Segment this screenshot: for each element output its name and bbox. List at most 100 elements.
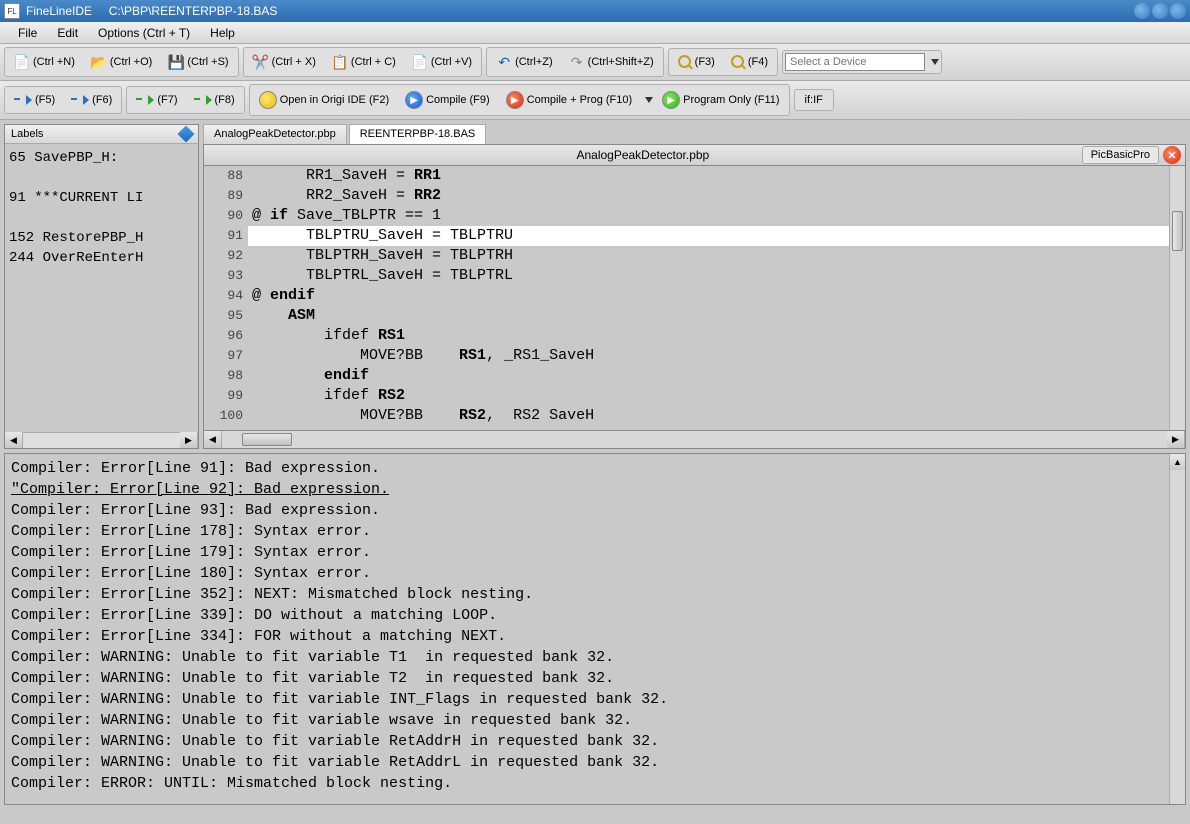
output-line[interactable]: Compiler: Error[Line 180]: Syntax error. bbox=[11, 563, 1163, 584]
label-item[interactable] bbox=[9, 208, 194, 228]
minimize-button[interactable] bbox=[1134, 3, 1150, 19]
if-group: if:IF bbox=[794, 89, 834, 111]
gutter-line: 99 bbox=[204, 386, 243, 406]
menu-options[interactable]: Options (Ctrl + T) bbox=[88, 23, 200, 43]
new-file-button[interactable]: 📄(Ctrl +N) bbox=[7, 50, 82, 74]
output-line[interactable]: Compiler: WARNING: Unable to fit variabl… bbox=[11, 752, 1163, 773]
labels-hscroll[interactable]: ◀ ▶ bbox=[5, 432, 198, 448]
f7-button[interactable]: (F7) bbox=[129, 89, 184, 111]
save-disk-icon: 💾 bbox=[168, 54, 184, 70]
tab-reenterpbp[interactable]: REENTERPBP-18.BAS bbox=[349, 124, 487, 144]
code-line[interactable]: TBLPTRH_SaveH = TBLPTRH bbox=[248, 246, 1169, 266]
menu-edit[interactable]: Edit bbox=[47, 23, 88, 43]
labels-header[interactable]: Labels bbox=[5, 125, 198, 144]
code-line[interactable]: RR1_SaveH = RR1 bbox=[248, 166, 1169, 186]
menu-help[interactable]: Help bbox=[200, 23, 245, 43]
output-line[interactable]: Compiler: ERROR: UNTIL: Mismatched block… bbox=[11, 773, 1163, 794]
code-line[interactable]: MOVE?BB RS1, _RS1_SaveH bbox=[248, 346, 1169, 366]
hscroll-thumb[interactable] bbox=[242, 433, 292, 446]
hscroll-track[interactable] bbox=[222, 431, 1167, 448]
label-item[interactable] bbox=[9, 168, 194, 188]
output-line[interactable]: Compiler: Error[Line 91]: Bad expression… bbox=[11, 458, 1163, 479]
output-vscrollbar[interactable]: ▲ bbox=[1169, 454, 1185, 804]
vscroll-thumb[interactable] bbox=[1172, 211, 1183, 251]
undo-icon: ↶ bbox=[496, 54, 512, 70]
output-line[interactable]: Compiler: Error[Line 352]: NEXT: Mismatc… bbox=[11, 584, 1163, 605]
output-line[interactable]: Compiler: WARNING: Unable to fit variabl… bbox=[11, 689, 1163, 710]
close-editor-button[interactable]: ✕ bbox=[1163, 146, 1181, 164]
output-line[interactable]: Compiler: WARNING: Unable to fit variabl… bbox=[11, 647, 1163, 668]
scroll-right-button[interactable]: ▶ bbox=[180, 432, 198, 448]
menu-file[interactable]: File bbox=[8, 23, 47, 43]
magnifier-icon bbox=[731, 55, 745, 69]
tab-analog-peak[interactable]: AnalogPeakDetector.pbp bbox=[203, 124, 347, 144]
program-only-button[interactable]: ▶Program Only (F11) bbox=[655, 87, 786, 113]
copy-button[interactable]: 📋(Ctrl + C) bbox=[325, 50, 403, 74]
find-button[interactable]: (F3) bbox=[671, 51, 722, 73]
f8-button[interactable]: (F8) bbox=[187, 89, 242, 111]
code-line[interactable]: @ if Save_TBLPTR == 1 bbox=[248, 206, 1169, 226]
step-icon bbox=[71, 93, 89, 107]
label-item[interactable]: 91 ***CURRENT LI bbox=[9, 188, 194, 208]
open-ide-label: Open in Origi IDE (F2) bbox=[280, 94, 389, 106]
scroll-right-button[interactable]: ▶ bbox=[1167, 431, 1185, 448]
gutter-line: 100 bbox=[204, 406, 243, 426]
compile-button[interactable]: ▶Compile (F9) bbox=[398, 87, 497, 113]
output-line[interactable]: Compiler: WARNING: Unable to fit variabl… bbox=[11, 731, 1163, 752]
undo-button[interactable]: ↶(Ctrl+Z) bbox=[489, 50, 560, 74]
maximize-button[interactable] bbox=[1152, 3, 1168, 19]
code-line[interactable]: endif bbox=[248, 366, 1169, 386]
editor-tabs: AnalogPeakDetector.pbp REENTERPBP-18.BAS bbox=[203, 124, 1186, 144]
label-item[interactable]: 244 OverReEnterH bbox=[9, 248, 194, 268]
editor-panel: AnalogPeakDetector.pbp REENTERPBP-18.BAS… bbox=[203, 124, 1186, 449]
app-icon: FL bbox=[4, 3, 20, 19]
f5-button[interactable]: (F5) bbox=[7, 89, 62, 111]
code-line[interactable]: ifdef RS2 bbox=[248, 386, 1169, 406]
scissors-icon: ✂️ bbox=[253, 54, 269, 70]
output-line[interactable]: Compiler: WARNING: Unable to fit variabl… bbox=[11, 668, 1163, 689]
new-label: (Ctrl +N) bbox=[33, 56, 75, 68]
f6-button[interactable]: (F6) bbox=[64, 89, 119, 111]
paste-button[interactable]: 📄(Ctrl +V) bbox=[405, 50, 479, 74]
save-file-button[interactable]: 💾(Ctrl +S) bbox=[161, 50, 235, 74]
scroll-up-button[interactable]: ▲ bbox=[1170, 454, 1185, 470]
dropdown-arrow-icon[interactable] bbox=[931, 59, 939, 65]
code-line[interactable]: RR2_SaveH = RR2 bbox=[248, 186, 1169, 206]
program-only-label: Program Only (F11) bbox=[683, 94, 779, 106]
file-path: C:\PBP\REENTERPBP-18.BAS bbox=[109, 4, 278, 18]
output-line[interactable]: Compiler: Error[Line 334]: FOR without a… bbox=[11, 626, 1163, 647]
code-line[interactable]: @ endif bbox=[248, 286, 1169, 306]
open-file-button[interactable]: 📂(Ctrl +O) bbox=[84, 50, 159, 74]
label-item[interactable]: 152 RestorePBP_H bbox=[9, 228, 194, 248]
cut-button[interactable]: ✂️(Ctrl + X) bbox=[246, 50, 323, 74]
code-line[interactable]: ifdef RS1 bbox=[248, 326, 1169, 346]
dropdown-arrow-icon[interactable] bbox=[645, 97, 653, 103]
scroll-left-button[interactable]: ◀ bbox=[5, 432, 23, 448]
clipboard-group: ✂️(Ctrl + X) 📋(Ctrl + C) 📄(Ctrl +V) bbox=[243, 47, 482, 77]
code-line[interactable]: ASM bbox=[248, 306, 1169, 326]
step-group-1: (F5) (F6) bbox=[4, 86, 122, 114]
output-line[interactable]: Compiler: Error[Line 178]: Syntax error. bbox=[11, 521, 1163, 542]
editor-vscrollbar[interactable] bbox=[1169, 166, 1185, 430]
device-select-input[interactable] bbox=[785, 53, 925, 71]
output-line[interactable]: "Compiler: Error[Line 92]: Bad expressio… bbox=[11, 479, 1163, 500]
code-line[interactable]: TBLPTRL_SaveH = TBLPTRL bbox=[248, 266, 1169, 286]
copy-label: (Ctrl + C) bbox=[351, 56, 396, 68]
code-line[interactable]: TBLPTRU_SaveH = TBLPTRU bbox=[248, 226, 1169, 246]
redo-button[interactable]: ↷(Ctrl+Shift+Z) bbox=[562, 50, 661, 74]
code-line[interactable]: MOVE?BB RS2, RS2 SaveH bbox=[248, 406, 1169, 426]
label-item[interactable]: 65 SavePBP_H: bbox=[9, 148, 194, 168]
labels-list[interactable]: 65 SavePBP_H: 91 ***CURRENT LI 152 Resto… bbox=[5, 144, 198, 432]
open-in-ide-button[interactable]: Open in Origi IDE (F2) bbox=[252, 87, 396, 113]
output-line[interactable]: Compiler: Error[Line 93]: Bad expression… bbox=[11, 500, 1163, 521]
compiler-output[interactable]: Compiler: Error[Line 91]: Bad expression… bbox=[5, 454, 1169, 804]
output-line[interactable]: Compiler: Error[Line 339]: DO without a … bbox=[11, 605, 1163, 626]
output-line[interactable]: Compiler: WARNING: Unable to fit variabl… bbox=[11, 710, 1163, 731]
find-next-button[interactable]: (F4) bbox=[724, 51, 775, 73]
code-area[interactable]: RR1_SaveH = RR1 RR2_SaveH = RR2@ if Save… bbox=[248, 166, 1169, 430]
output-line[interactable]: Compiler: Error[Line 179]: Syntax error. bbox=[11, 542, 1163, 563]
compile-prog-button[interactable]: ▶Compile + Prog (F10) bbox=[499, 87, 639, 113]
circle-yellow-icon bbox=[259, 91, 277, 109]
close-window-button[interactable] bbox=[1170, 3, 1186, 19]
scroll-left-button[interactable]: ◀ bbox=[204, 431, 222, 448]
